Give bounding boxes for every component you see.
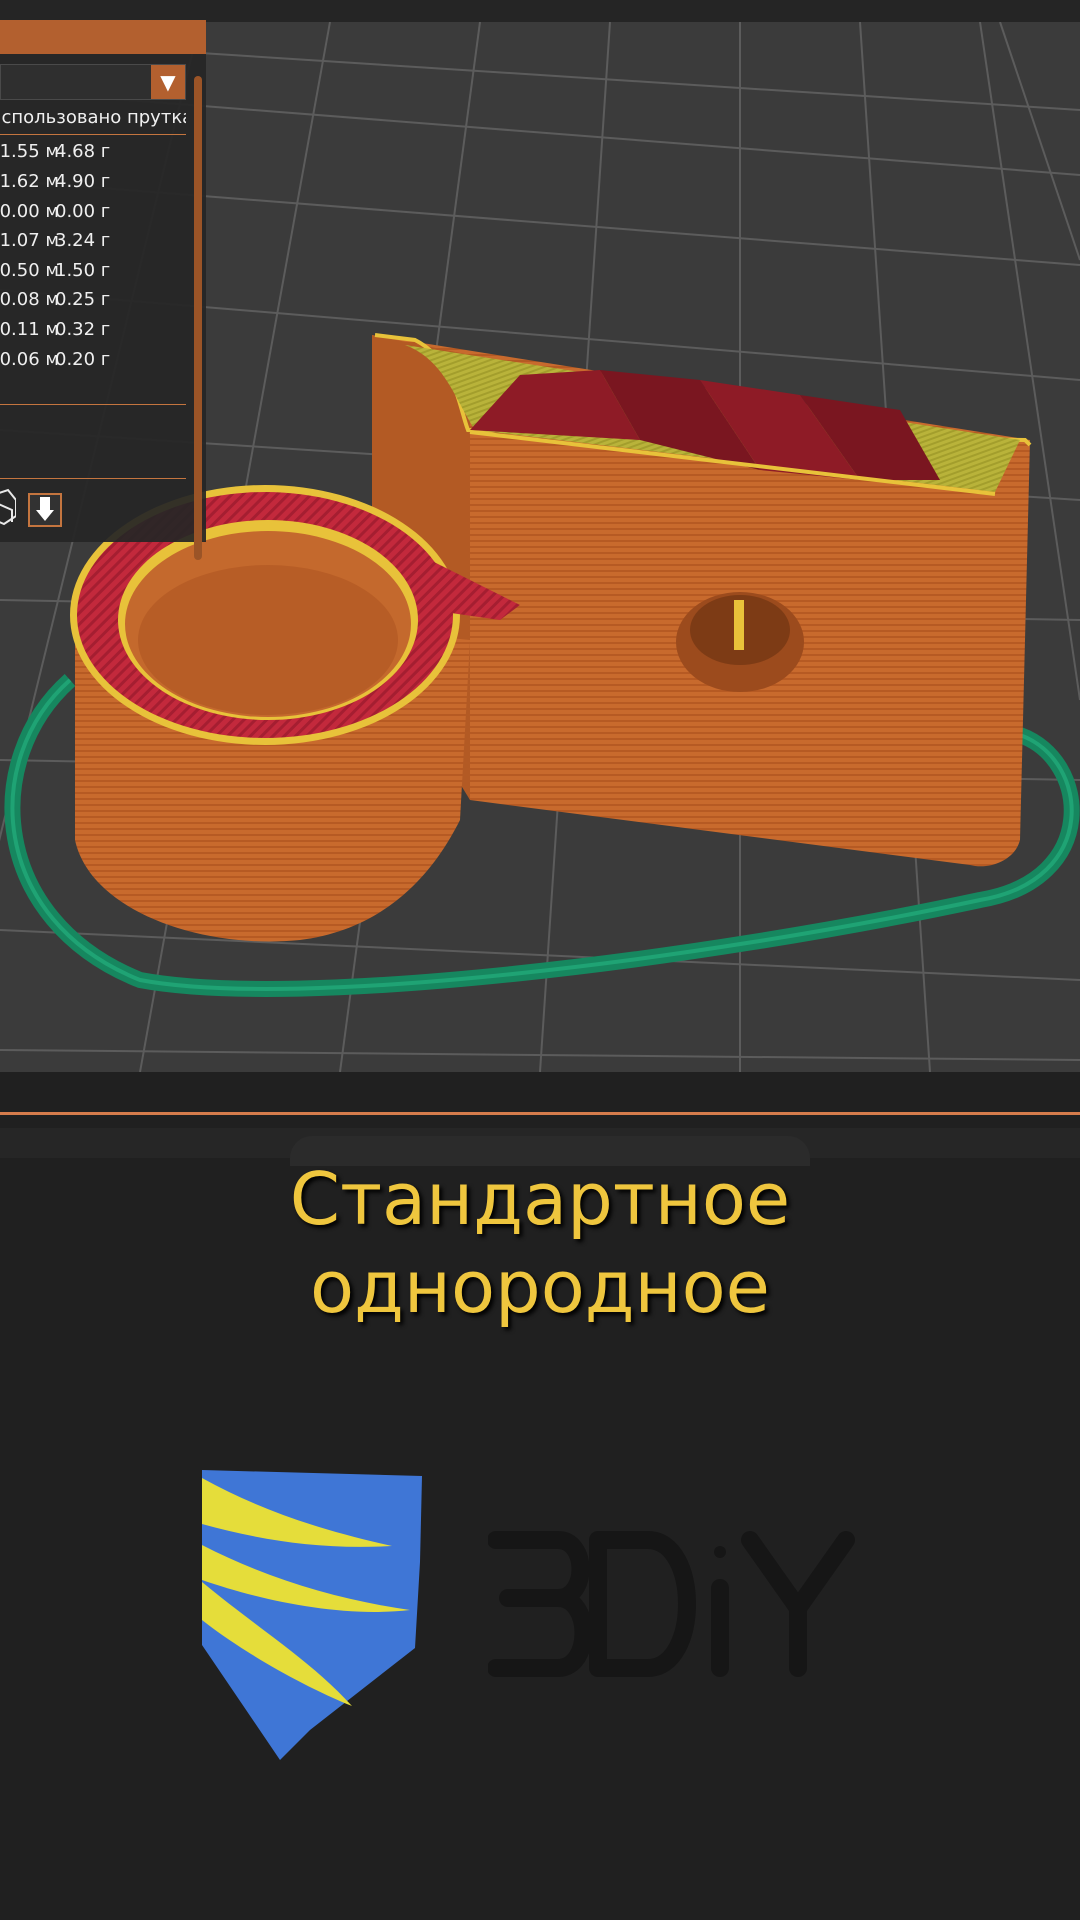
legend-weight: 3.24 г	[55, 230, 111, 251]
download-arrow-icon[interactable]	[28, 493, 62, 527]
legend-weight: 4.68 г	[55, 141, 111, 162]
infill-type-caption: Стандартное однородное	[0, 1155, 1080, 1331]
legend-separator	[0, 134, 186, 135]
legend-weight: 0.32 г	[55, 319, 111, 340]
legend-weight: 4.90 г	[55, 171, 111, 192]
view-type-dropdown[interactable]: ▼	[0, 64, 186, 100]
legend-row: 0.11 м 0.32 г	[0, 315, 186, 344]
legend-separator	[0, 404, 186, 405]
legend-row: 1.07 м 3.24 г	[0, 226, 186, 255]
filament-used-header-text: Использовано прутка	[0, 107, 186, 128]
3diy-shield-logo	[202, 1470, 422, 1760]
legend-row: 0.08 м 0.25 г	[0, 285, 186, 314]
triangle-down-icon[interactable]: ▼	[151, 65, 185, 99]
window-top-strip	[0, 0, 1080, 22]
legend-length: 0.08 м	[0, 289, 59, 310]
legend-scrollbar[interactable]	[194, 76, 202, 560]
legend-weight: 1.50 г	[55, 260, 111, 281]
legend-row: 0.50 м 1.50 г	[0, 256, 186, 285]
legend-row: 1.55 м 4.68 г	[0, 137, 186, 166]
legend-length: 0.11 м	[0, 319, 59, 340]
caption-line-2: однородное	[310, 1245, 770, 1329]
divider-line	[0, 1112, 1080, 1115]
legend-row: 0.00 м 0.00 г	[0, 197, 186, 226]
legend-length: 1.07 м	[0, 230, 59, 251]
legend-length: 1.55 м	[0, 141, 59, 162]
3d-preview-viewport[interactable]: ▼ Использовано прутка 1.55 м 4.68 г 1.62…	[0, 0, 1080, 1072]
legend-weight: 0.20 г	[55, 349, 111, 370]
legend-header	[0, 20, 206, 54]
filament-used-header: Использовано прутка	[0, 103, 186, 133]
legend-length: 0.00 м	[0, 201, 59, 222]
legend-weight: 0.25 г	[55, 289, 111, 310]
legend-separator	[0, 478, 186, 479]
caption-line-1: Стандартное	[289, 1157, 791, 1241]
legend-length: 0.06 м	[0, 349, 59, 370]
cube-wireframe-icon[interactable]	[0, 488, 16, 528]
legend-row: 1.62 м 4.90 г	[0, 167, 186, 196]
legend-length: 0.50 м	[0, 260, 59, 281]
3diy-wordmark	[488, 1531, 855, 1677]
legend-weight: 0.00 г	[55, 201, 111, 222]
legend-length: 1.62 м	[0, 171, 59, 192]
legend-panel: ▼ Использовано прутка 1.55 м 4.68 г 1.62…	[0, 20, 206, 560]
legend-row: 0.06 м 0.20 г	[0, 345, 186, 374]
